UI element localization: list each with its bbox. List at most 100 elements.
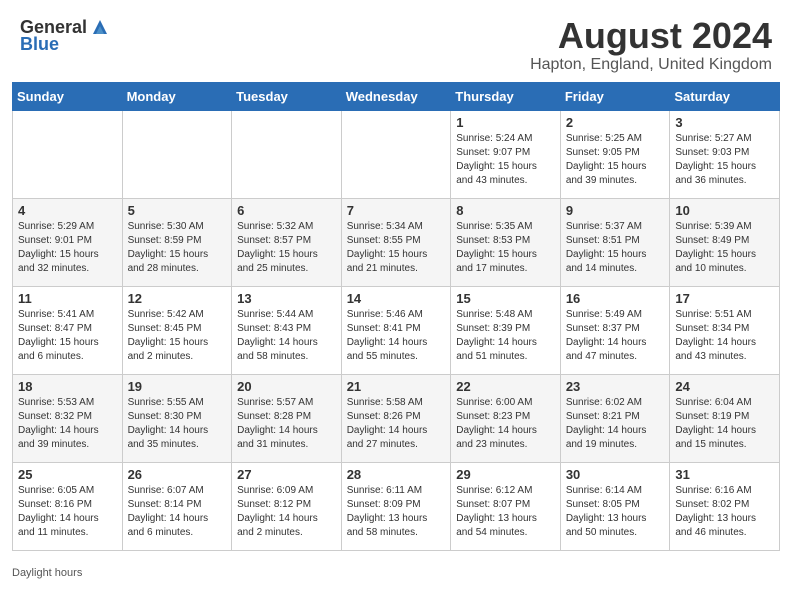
table-row: 12 Sunrise: 5:42 AM Sunset: 8:45 PM Dayli… — [122, 286, 232, 374]
table-row: 27 Sunrise: 6:09 AM Sunset: 8:12 PM Dayli… — [232, 462, 342, 550]
day-number: 28 — [347, 467, 446, 482]
day-number: 11 — [18, 291, 117, 306]
day-info: Sunrise: 6:09 AM Sunset: 8:12 PM Dayligh… — [237, 484, 336, 540]
footer-note: Daylight hours — [0, 563, 792, 583]
col-thursday: Thursday — [451, 82, 561, 110]
table-row — [341, 110, 451, 198]
table-row: 24 Sunrise: 6:04 AM Sunset: 8:19 PM Dayli… — [670, 374, 780, 462]
day-info: Sunrise: 5:37 AM Sunset: 8:51 PM Dayligh… — [566, 220, 665, 276]
col-saturday: Saturday — [670, 82, 780, 110]
day-info: Sunrise: 6:16 AM Sunset: 8:02 PM Dayligh… — [675, 484, 774, 540]
day-info: Sunrise: 6:04 AM Sunset: 8:19 PM Dayligh… — [675, 396, 774, 452]
day-number: 12 — [128, 291, 227, 306]
day-info: Sunrise: 5:48 AM Sunset: 8:39 PM Dayligh… — [456, 308, 555, 364]
table-row: 5Sunrise: 5:30 AM Sunset: 8:59 PM Daylig… — [122, 198, 232, 286]
day-info: Sunrise: 5:51 AM Sunset: 8:34 PM Dayligh… — [675, 308, 774, 364]
col-wednesday: Wednesday — [341, 82, 451, 110]
day-info: Sunrise: 5:42 AM Sunset: 8:45 PM Dayligh… — [128, 308, 227, 364]
day-info: Sunrise: 6:11 AM Sunset: 8:09 PM Dayligh… — [347, 484, 446, 540]
day-info: Sunrise: 5:57 AM Sunset: 8:28 PM Dayligh… — [237, 396, 336, 452]
table-row: 26 Sunrise: 6:07 AM Sunset: 8:14 PM Dayli… — [122, 462, 232, 550]
day-info: Sunrise: 6:05 AM Sunset: 8:16 PM Dayligh… — [18, 484, 117, 540]
table-row: 22Sunrise: 6:00 AM Sunset: 8:23 PM Dayli… — [451, 374, 561, 462]
day-number: 10 — [675, 203, 774, 218]
day-number: 14 — [347, 291, 446, 306]
day-number: 7 — [347, 203, 446, 218]
col-monday: Monday — [122, 82, 232, 110]
table-row: 16Sunrise: 5:49 AM Sunset: 8:37 PM Dayli… — [560, 286, 670, 374]
col-tuesday: Tuesday — [232, 82, 342, 110]
logo-blue-text: Blue — [20, 34, 111, 55]
calendar-week-row: 1 Sunrise: 5:24 AM Sunset: 9:07 PM Daylig… — [13, 110, 780, 198]
table-row: 29 Sunrise: 6:12 AM Sunset: 8:07 PM Dayli… — [451, 462, 561, 550]
day-info: Sunrise: 6:07 AM Sunset: 8:14 PM Dayligh… — [128, 484, 227, 540]
day-info: Sunrise: 5:58 AM Sunset: 8:26 PM Dayligh… — [347, 396, 446, 452]
table-row: 17 Sunrise: 5:51 AM Sunset: 8:34 PM Dayli… — [670, 286, 780, 374]
table-row: 7 Sunrise: 5:34 AM Sunset: 8:55 PM Daylig… — [341, 198, 451, 286]
day-number: 18 — [18, 379, 117, 394]
table-row: 31Sunrise: 6:16 AM Sunset: 8:02 PM Dayli… — [670, 462, 780, 550]
day-info: Sunrise: 5:24 AM Sunset: 9:07 PM Dayligh… — [456, 132, 555, 188]
day-info: Sunrise: 5:29 AM Sunset: 9:01 PM Dayligh… — [18, 220, 117, 276]
logo: General Blue — [20, 16, 111, 55]
day-info: Sunrise: 6:02 AM Sunset: 8:21 PM Dayligh… — [566, 396, 665, 452]
table-row: 19Sunrise: 5:55 AM Sunset: 8:30 PM Dayli… — [122, 374, 232, 462]
day-number: 17 — [675, 291, 774, 306]
day-number: 15 — [456, 291, 555, 306]
calendar-week-row: 18Sunrise: 5:53 AM Sunset: 8:32 PM Dayli… — [13, 374, 780, 462]
day-number: 30 — [566, 467, 665, 482]
day-info: Sunrise: 6:14 AM Sunset: 8:05 PM Dayligh… — [566, 484, 665, 540]
title-block: August 2024 Hapton, England, United King… — [530, 16, 772, 74]
table-row: 28 Sunrise: 6:11 AM Sunset: 8:09 PM Dayli… — [341, 462, 451, 550]
day-number: 3 — [675, 115, 774, 130]
day-number: 4 — [18, 203, 117, 218]
table-row: 25 Sunrise: 6:05 AM Sunset: 8:16 PM Dayli… — [13, 462, 123, 550]
table-row: 8 Sunrise: 5:35 AM Sunset: 8:53 PM Daylig… — [451, 198, 561, 286]
day-number: 9 — [566, 203, 665, 218]
header-row: Sunday Monday Tuesday Wednesday Thursday… — [13, 82, 780, 110]
month-year-title: August 2024 — [530, 16, 772, 56]
day-number: 27 — [237, 467, 336, 482]
day-number: 25 — [18, 467, 117, 482]
day-info: Sunrise: 5:35 AM Sunset: 8:53 PM Dayligh… — [456, 220, 555, 276]
table-row: 11Sunrise: 5:41 AM Sunset: 8:47 PM Dayli… — [13, 286, 123, 374]
table-row: 13 Sunrise: 5:44 AM Sunset: 8:43 PM Dayli… — [232, 286, 342, 374]
table-row: 2Sunrise: 5:25 AM Sunset: 9:05 PM Daylig… — [560, 110, 670, 198]
daylight-label: Daylight hours — [12, 567, 82, 579]
table-row: 18Sunrise: 5:53 AM Sunset: 8:32 PM Dayli… — [13, 374, 123, 462]
day-info: Sunrise: 5:34 AM Sunset: 8:55 PM Dayligh… — [347, 220, 446, 276]
location-subtitle: Hapton, England, United Kingdom — [530, 56, 772, 74]
table-row: 6Sunrise: 5:32 AM Sunset: 8:57 PM Daylig… — [232, 198, 342, 286]
col-sunday: Sunday — [13, 82, 123, 110]
table-row: 4 Sunrise: 5:29 AM Sunset: 9:01 PM Daylig… — [13, 198, 123, 286]
table-row: 1 Sunrise: 5:24 AM Sunset: 9:07 PM Daylig… — [451, 110, 561, 198]
day-info: Sunrise: 5:39 AM Sunset: 8:49 PM Dayligh… — [675, 220, 774, 276]
day-number: 21 — [347, 379, 446, 394]
day-info: Sunrise: 5:44 AM Sunset: 8:43 PM Dayligh… — [237, 308, 336, 364]
day-number: 26 — [128, 467, 227, 482]
day-number: 20 — [237, 379, 336, 394]
day-info: Sunrise: 5:30 AM Sunset: 8:59 PM Dayligh… — [128, 220, 227, 276]
day-info: Sunrise: 6:12 AM Sunset: 8:07 PM Dayligh… — [456, 484, 555, 540]
table-row: 23Sunrise: 6:02 AM Sunset: 8:21 PM Dayli… — [560, 374, 670, 462]
day-number: 2 — [566, 115, 665, 130]
table-row — [13, 110, 123, 198]
day-number: 22 — [456, 379, 555, 394]
day-info: Sunrise: 5:49 AM Sunset: 8:37 PM Dayligh… — [566, 308, 665, 364]
day-number: 1 — [456, 115, 555, 130]
calendar-week-row: 4 Sunrise: 5:29 AM Sunset: 9:01 PM Daylig… — [13, 198, 780, 286]
calendar-container: Sunday Monday Tuesday Wednesday Thursday… — [0, 82, 792, 563]
day-number: 8 — [456, 203, 555, 218]
calendar-week-row: 25 Sunrise: 6:05 AM Sunset: 8:16 PM Dayli… — [13, 462, 780, 550]
table-row: 21 Sunrise: 5:58 AM Sunset: 8:26 PM Dayli… — [341, 374, 451, 462]
table-row — [122, 110, 232, 198]
table-row: 10 Sunrise: 5:39 AM Sunset: 8:49 PM Dayli… — [670, 198, 780, 286]
day-number: 29 — [456, 467, 555, 482]
day-number: 24 — [675, 379, 774, 394]
day-number: 19 — [128, 379, 227, 394]
day-number: 13 — [237, 291, 336, 306]
table-row: 30 Sunrise: 6:14 AM Sunset: 8:05 PM Dayli… — [560, 462, 670, 550]
table-row: 14Sunrise: 5:46 AM Sunset: 8:41 PM Dayli… — [341, 286, 451, 374]
day-info: Sunrise: 5:27 AM Sunset: 9:03 PM Dayligh… — [675, 132, 774, 188]
col-friday: Friday — [560, 82, 670, 110]
